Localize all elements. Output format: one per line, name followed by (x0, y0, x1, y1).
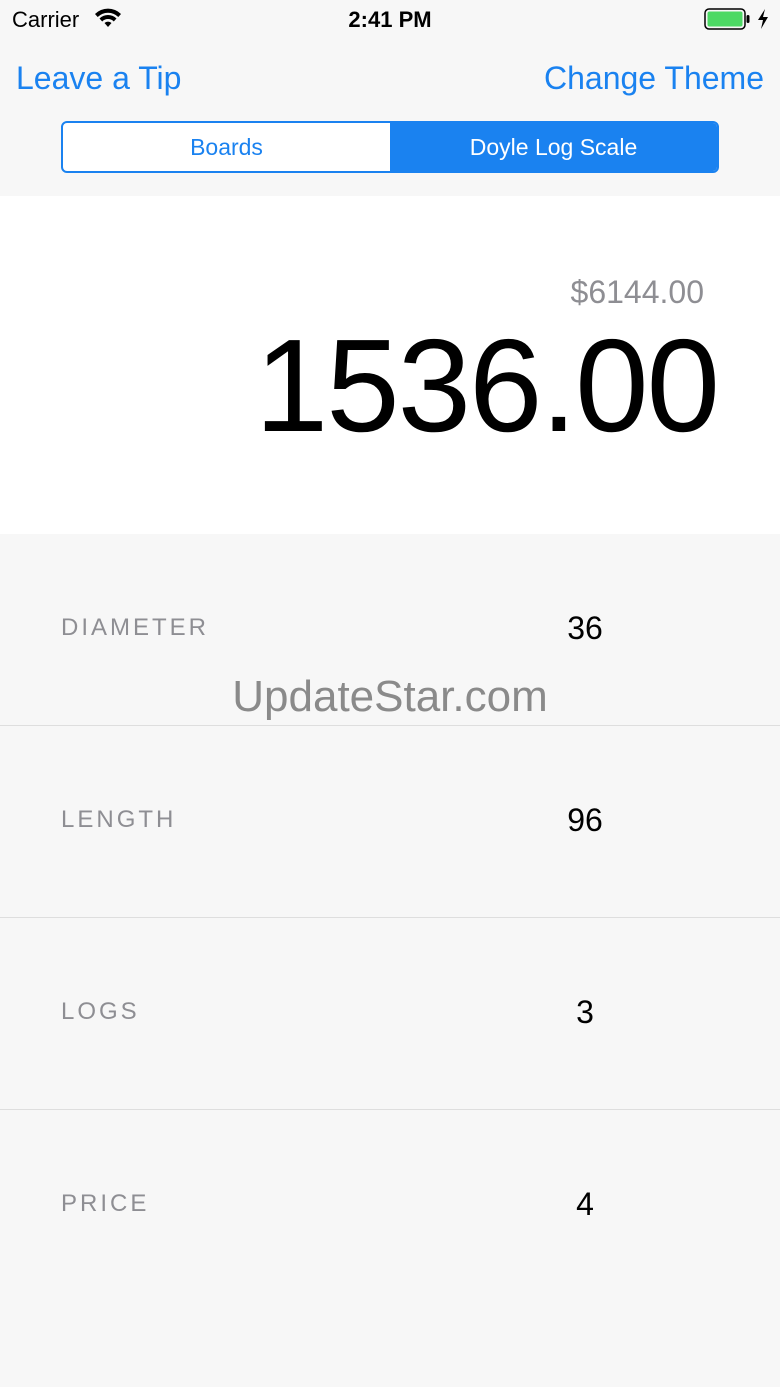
price-total: $6144.00 (570, 274, 704, 310)
logs-row[interactable]: LOGS 3 (0, 918, 780, 1110)
segment-boards[interactable]: Boards (63, 123, 390, 171)
diameter-value[interactable]: 36 (535, 610, 635, 647)
price-value[interactable]: 4 (535, 1186, 635, 1223)
price-label: PRICE (61, 1190, 150, 1217)
leave-a-tip-button[interactable]: Leave a Tip (16, 60, 181, 97)
logs-value[interactable]: 3 (535, 994, 635, 1031)
length-label: LENGTH (61, 806, 177, 833)
board-feet-result: 1536.00 (254, 312, 720, 459)
diameter-label: DIAMETER (61, 614, 210, 641)
price-row[interactable]: PRICE 4 (0, 1110, 780, 1302)
logs-label: LOGS (61, 998, 140, 1025)
length-row[interactable]: LENGTH 96 (0, 726, 780, 918)
mode-segmented-control: Boards Doyle Log Scale (61, 121, 719, 173)
clock: 2:41 PM (348, 7, 432, 32)
change-theme-button[interactable]: Change Theme (544, 60, 764, 97)
status-bar: Carrier 2:41 PM (0, 0, 780, 40)
length-value[interactable]: 96 (535, 802, 635, 839)
charging-bolt-icon (758, 9, 768, 29)
battery-icon (704, 8, 750, 30)
input-list: DIAMETER 36 LENGTH 96 LOGS 3 PRICE 4 (0, 534, 780, 1387)
result-panel: $6144.00 1536.00 (0, 196, 780, 534)
nav-bar: Leave a Tip Change Theme Boards Doyle Lo… (0, 40, 780, 196)
diameter-row[interactable]: DIAMETER 36 (0, 534, 780, 726)
segment-doyle-log-scale[interactable]: Doyle Log Scale (390, 123, 717, 171)
